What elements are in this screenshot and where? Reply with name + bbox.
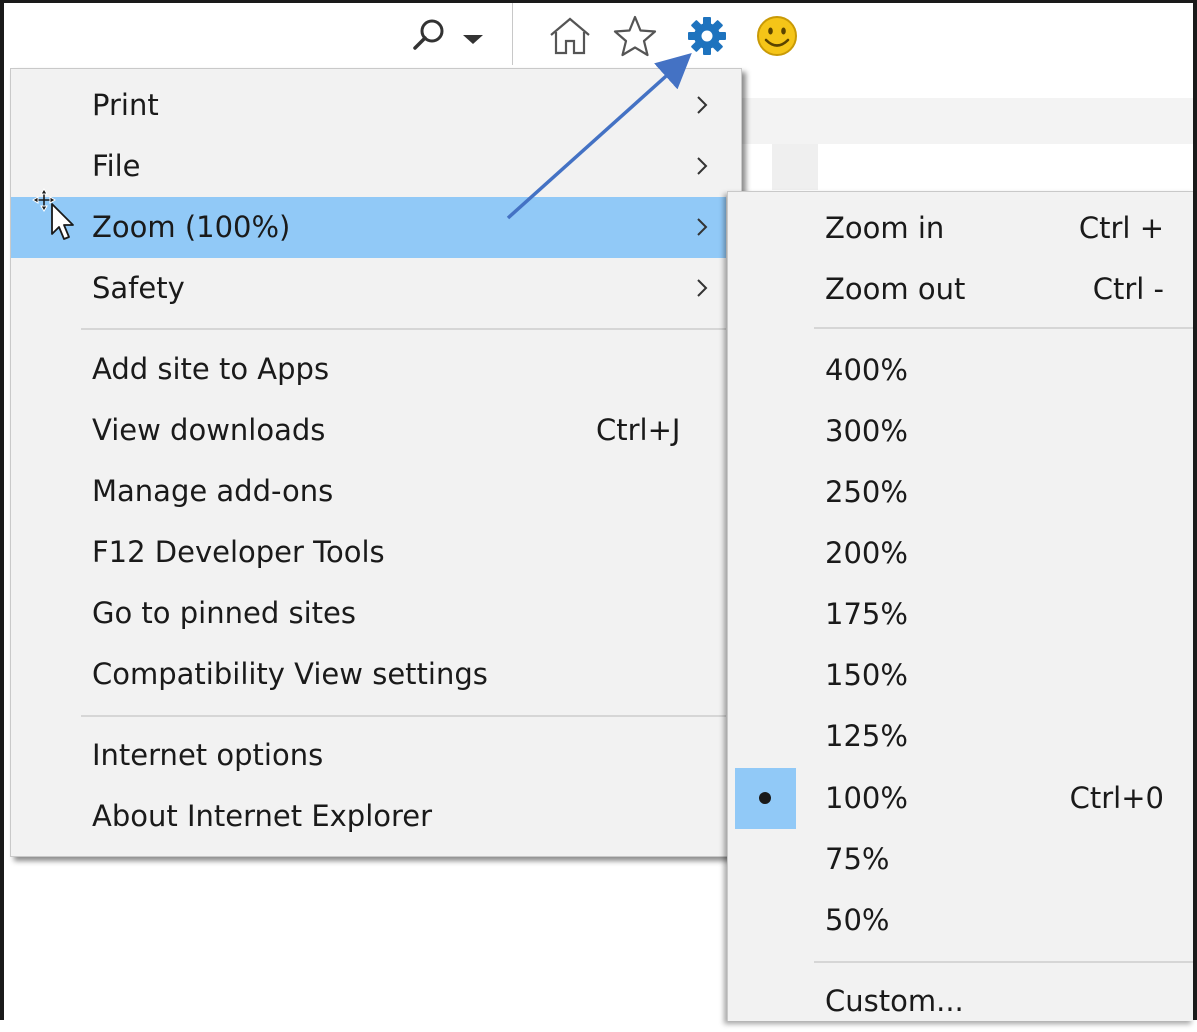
annotation-arrow: [506, 52, 692, 220]
mouse-cursor-icon: [32, 188, 74, 240]
